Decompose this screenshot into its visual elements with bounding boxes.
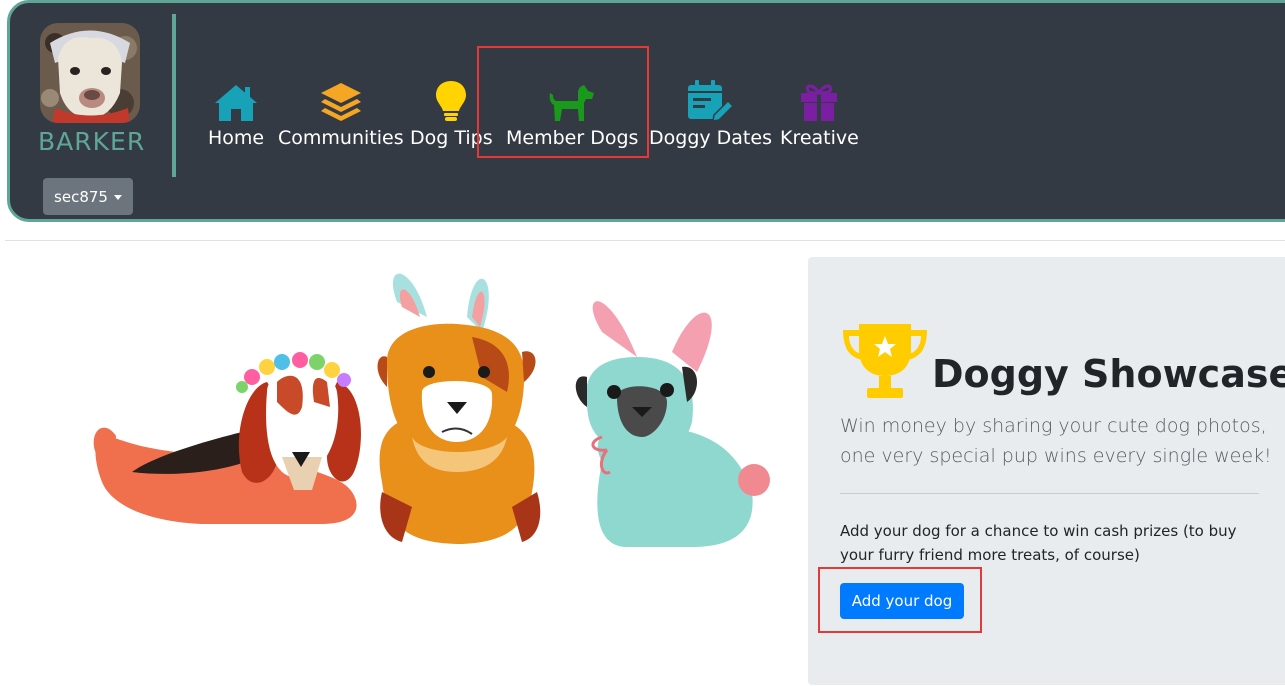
lightbulb-icon bbox=[435, 75, 467, 123]
nav-home[interactable]: Home bbox=[208, 75, 264, 155]
trophy-icon bbox=[839, 320, 931, 406]
calendar-edit-icon bbox=[686, 75, 735, 123]
nav-communities[interactable]: Communities bbox=[278, 75, 404, 155]
member-dogs-highlight bbox=[477, 46, 649, 158]
brand-avatar bbox=[40, 23, 140, 123]
header-separator bbox=[5, 240, 1285, 241]
layers-icon bbox=[319, 75, 363, 123]
home-icon bbox=[213, 75, 259, 123]
showcase-description: Add your dog for a chance to win cash pr… bbox=[840, 522, 1237, 564]
gift-icon bbox=[799, 75, 839, 123]
nav-doggy-dates[interactable]: Doggy Dates bbox=[649, 75, 772, 155]
showcase-divider bbox=[840, 493, 1259, 494]
add-dog-highlight bbox=[818, 567, 982, 633]
dogs-illustration bbox=[82, 262, 787, 562]
brand[interactable]: BARKER bbox=[38, 23, 146, 156]
user-menu-dropdown[interactable]: sec875 bbox=[43, 178, 133, 215]
showcase-lead: Win money by sharing your cute dog photo… bbox=[840, 415, 1272, 467]
caret-down-icon bbox=[113, 195, 122, 200]
brand-divider bbox=[172, 14, 176, 177]
nav-kreative[interactable]: Kreative bbox=[780, 75, 859, 155]
brand-name: BARKER bbox=[38, 127, 146, 156]
user-menu-label: sec875 bbox=[54, 187, 108, 206]
showcase-title: Doggy Showcase bbox=[932, 352, 1285, 396]
